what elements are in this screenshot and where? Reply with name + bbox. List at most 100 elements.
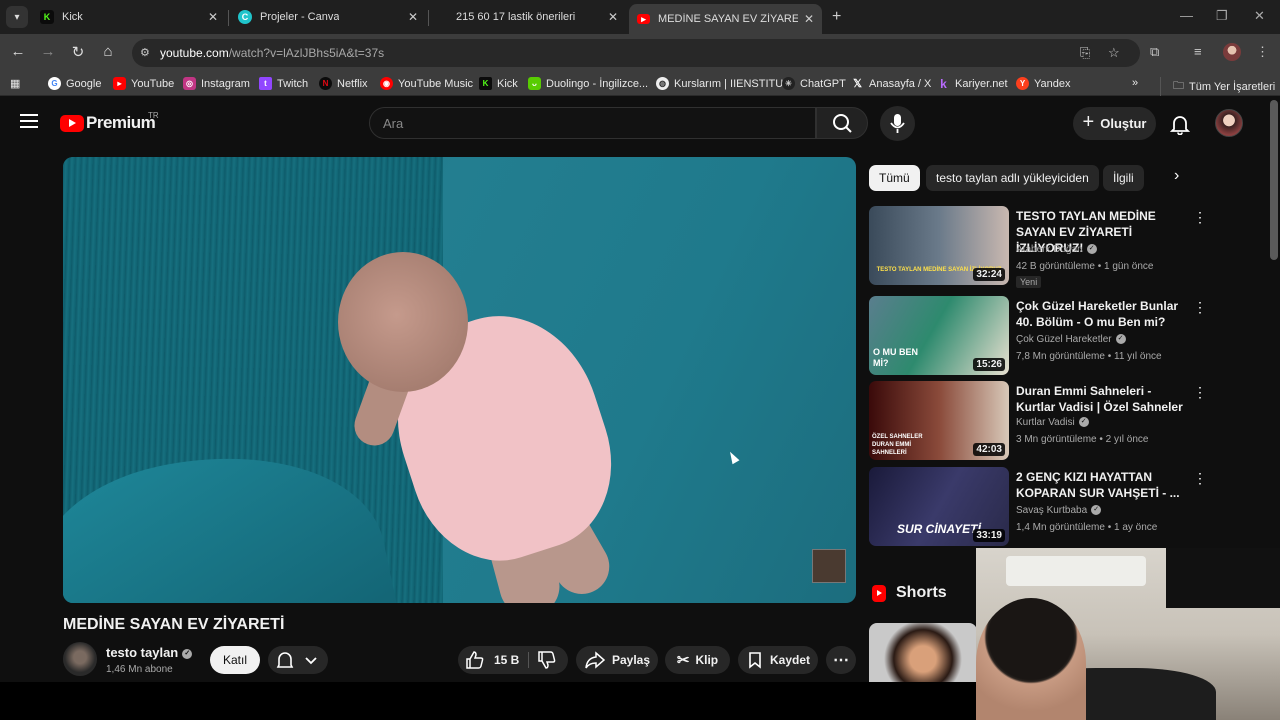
bookmark-x[interactable]: 𝕏 Anasayfa / X (851, 77, 931, 91)
extensions-icon[interactable]: ⧉ (1150, 44, 1159, 60)
bookmark-label: Google (66, 77, 102, 90)
share-button[interactable]: Paylaş (576, 646, 658, 674)
dislike-button[interactable] (536, 650, 558, 673)
minimize-icon[interactable]: — (1180, 8, 1193, 23)
logo-word: Premium (86, 113, 156, 132)
video-player[interactable] (63, 157, 856, 603)
more-vertical-icon[interactable]: ⋮ (1193, 209, 1207, 226)
video-title: MEDİNE SAYAN EV ZİYARETİ (63, 616, 285, 633)
recommendation-channel[interactable]: Ataberk Doğan ✓ (1016, 244, 1097, 255)
site-info-icon[interactable]: ⚙ (140, 46, 150, 59)
profile-avatar-small[interactable] (1223, 43, 1241, 61)
media-control-icon[interactable]: ≡ (1194, 44, 1202, 59)
region-code: TR (148, 111, 159, 120)
bookmark-kariyer[interactable]: k Kariyer.net (937, 77, 1007, 91)
account-avatar[interactable] (1215, 109, 1243, 137)
chip-all[interactable]: Tümü (869, 165, 920, 191)
bookmark-instagram[interactable]: ◎ Instagram (183, 77, 250, 90)
browser-menu-icon[interactable]: ⋮ (1256, 44, 1269, 60)
more-vertical-icon[interactable]: ⋮ (1193, 384, 1207, 401)
recommendation-channel[interactable]: Savaş Kurtbaba ✓ (1016, 505, 1102, 516)
bookmark-duolingo[interactable]: ᴗ Duolingo - İngilizce... (528, 77, 648, 90)
bookmark-youtube[interactable]: ▸ YouTube (113, 77, 174, 90)
recommendation-title[interactable]: Çok Güzel Hareketler Bunlar 40. Bölüm - … (1016, 298, 1191, 330)
chip-related[interactable]: İlgili (1103, 165, 1144, 191)
close-tab-icon[interactable]: ✕ (208, 10, 218, 24)
chip-from-uploader[interactable]: testo taylan adlı yükleyiciden (926, 165, 1099, 191)
apps-grid-icon[interactable]: ▦ (10, 77, 20, 90)
like-button[interactable]: 15 B (464, 650, 519, 670)
youtube-icon: ▸ (637, 14, 650, 24)
tab-lastik[interactable]: 215 60 17 lastik önerileri ✕ (432, 4, 626, 30)
subscription-bell-button[interactable] (268, 646, 328, 674)
channel-watermark[interactable] (812, 549, 846, 583)
bookmark-youtube-music[interactable]: ◉ YouTube Music (380, 77, 473, 90)
create-button[interactable]: + Oluştur (1073, 107, 1156, 140)
new-tab-icon[interactable]: + (832, 8, 841, 26)
recommendation-channel[interactable]: Kurtlar Vadisi ✓ (1016, 417, 1089, 428)
video-thumbnail[interactable]: TESTO TAYLAN MEDİNE SAYAN İZLİYORUZ 32:2… (869, 206, 1009, 285)
voice-search-button[interactable] (880, 106, 915, 141)
video-thumbnail[interactable]: ÖZEL SAHNELER DURAN EMMİ SAHNELERİ 42:03 (869, 381, 1009, 460)
page-scrollbar[interactable] (1270, 100, 1278, 260)
tab-title: 215 60 17 lastik önerileri (456, 11, 576, 23)
like-divider (528, 652, 529, 668)
bookmark-yandex[interactable]: Y Yandex (1016, 77, 1071, 90)
more-bookmarks-icon[interactable]: » (1132, 77, 1138, 89)
recommendation-item[interactable]: TESTO TAYLAN MEDİNE SAYAN İZLİYORUZ 32:2… (869, 206, 1209, 288)
bookmark-star-icon[interactable]: ☆ (1108, 45, 1120, 61)
close-window-icon[interactable]: ✕ (1254, 8, 1265, 24)
bookmark-netflix[interactable]: N Netflix (319, 77, 368, 90)
close-tab-icon[interactable]: ✕ (608, 10, 618, 24)
bookmark-kick[interactable]: K Kick (479, 77, 518, 90)
recommendation-title[interactable]: Duran Emmi Sahneleri - Kurtlar Vadisi | … (1016, 383, 1191, 415)
bell-chevron-icon (276, 652, 317, 668)
all-bookmarks[interactable]: 🗀 Tüm Yer İşaretleri (1160, 77, 1275, 96)
notifications-button[interactable] (1169, 113, 1191, 140)
bookmark-iienstitu[interactable]: ◍ Kurslarım | IIENSTITU (656, 77, 783, 90)
recommendation-title[interactable]: 2 GENÇ KIZI HAYATTAN KOPARAN SUR VAHŞETİ… (1016, 469, 1191, 501)
more-vertical-icon[interactable]: ⋮ (1193, 470, 1207, 487)
forward-icon[interactable]: → (38, 43, 58, 60)
channel-name[interactable]: testo taylan ✓ (106, 645, 193, 660)
recommendation-item[interactable]: ÖZEL SAHNELER DURAN EMMİ SAHNELERİ 42:03… (869, 381, 1209, 463)
short-thumbnail[interactable] (869, 623, 977, 682)
x-icon: 𝕏 (853, 78, 862, 90)
search-button[interactable] (816, 107, 868, 139)
reload-icon[interactable]: ↻ (68, 43, 88, 61)
close-tab-icon[interactable]: ✕ (408, 10, 418, 24)
more-actions-button[interactable]: ⋯ (826, 646, 856, 674)
tab-canva[interactable]: C Projeler - Canva ✕ (232, 4, 426, 30)
video-thumbnail[interactable]: SUR CİNAYETİ 33:19 (869, 467, 1009, 546)
tab-search-button[interactable]: ▾ (6, 6, 28, 28)
video-thumbnail[interactable]: O MU BEN Mİ? 15:26 (869, 296, 1009, 375)
recommendation-item[interactable]: O MU BEN Mİ? 15:26 Çok Güzel Hareketler … (869, 296, 1209, 378)
address-bar[interactable]: ⚙ youtube.com/watch?v=lAzlJBhs5iA&t=37s … (132, 39, 1140, 67)
install-app-icon[interactable]: ⎘ (1080, 45, 1090, 61)
verified-icon: ✓ (1091, 505, 1102, 516)
tab-youtube-active[interactable]: ▸ MEDİNE SAYAN EV ZİYARETİ - Y ✕ (629, 4, 822, 34)
chevron-right-icon[interactable]: › (1174, 167, 1179, 185)
home-icon[interactable]: ⌂ (98, 43, 118, 60)
tab-kick[interactable]: K Kick ✕ (34, 4, 226, 30)
menu-icon[interactable] (20, 114, 38, 128)
bookmark-twitch[interactable]: t Twitch (259, 77, 308, 90)
share-icon (585, 651, 606, 669)
youtube-premium-logo[interactable]: Premium TR (60, 111, 159, 133)
more-vertical-icon[interactable]: ⋮ (1193, 299, 1207, 316)
clip-label: Klip (695, 653, 719, 667)
save-button[interactable]: Kaydet (738, 646, 818, 674)
back-icon[interactable]: ← (8, 43, 28, 60)
maximize-icon[interactable]: ❐ (1216, 8, 1228, 24)
recommendation-meta: 7,8 Mn görüntüleme • 11 yıl önce (1016, 351, 1162, 362)
bookmark-chatgpt[interactable]: ✳ ChatGPT (782, 77, 846, 90)
recommendation-channel[interactable]: Çok Güzel Hareketler ✓ (1016, 334, 1126, 345)
recommendation-item[interactable]: SUR CİNAYETİ 33:19 2 GENÇ KIZI HAYATTAN … (869, 467, 1209, 549)
join-button[interactable]: Katıl (210, 646, 260, 674)
search-input[interactable]: Ara (369, 107, 816, 139)
channel-avatar[interactable] (63, 642, 97, 676)
bookmark-label: YouTube (131, 77, 175, 90)
close-tab-icon[interactable]: ✕ (804, 12, 814, 26)
clip-button[interactable]: ✂ Klip (665, 646, 730, 674)
bookmark-google[interactable]: G Google (48, 77, 101, 90)
